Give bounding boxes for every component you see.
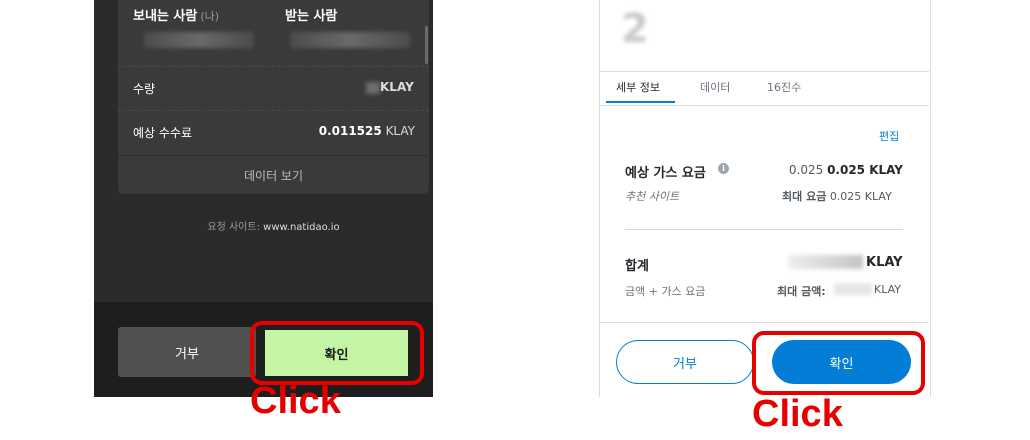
sender-label: 보내는 사람 <box>133 9 198 24</box>
gas-fee-primary: 0.025 KLAY <box>827 163 903 177</box>
fee-amount: 0.011525 <box>318 124 382 138</box>
tab-hex[interactable]: 16진수 <box>767 79 801 95</box>
sender-address-blurred <box>144 32 254 48</box>
reject-button[interactable]: 거부 <box>118 327 256 377</box>
tab-data[interactable]: 데이터 <box>700 79 730 95</box>
row-divider <box>118 110 429 111</box>
max-fee-label: 최대 요금 <box>782 190 827 203</box>
gas-fee-secondary: 0.025 <box>788 163 824 177</box>
confirm-highlight-box <box>250 321 424 385</box>
amount-display-blurred: 2 <box>621 6 649 52</box>
receiver-address-blurred <box>290 32 410 48</box>
fee-value: 0.011525 KLAY <box>300 124 415 138</box>
request-site: 요청 사이트: www.natidao.io <box>118 218 429 233</box>
recommend-site-label: 추천 사이트 <box>625 190 680 203</box>
max-amount-blurred <box>834 283 872 295</box>
active-tab-indicator <box>606 101 675 103</box>
address-scrollbar[interactable] <box>425 26 428 64</box>
request-site-url: www.natidao.io <box>263 222 340 233</box>
footer-divider <box>599 322 929 323</box>
total-value-blurred <box>788 255 863 269</box>
gas-fee-value: 0.025 0.025 KLAY <box>760 163 903 177</box>
amount-value-blurred <box>366 82 380 94</box>
amount-unit: KLAY <box>380 80 414 94</box>
max-fee-value: 0.025 KLAY <box>829 190 892 203</box>
sender-me-label: (나) <box>200 10 220 23</box>
section-divider <box>625 229 903 230</box>
reject-button[interactable]: 거부 <box>616 340 754 384</box>
edit-link[interactable]: 편집 <box>879 128 899 144</box>
total-unit: KLAY <box>866 255 903 270</box>
total-sub-label: 금액 + 가스 요금 <box>625 285 706 298</box>
total-label: 합계 <box>625 259 649 274</box>
sender-header: 보내는 사람 (나) <box>133 5 219 24</box>
receiver-label: 받는 사람 <box>285 9 338 24</box>
amount-label: 수량 <box>133 82 156 96</box>
confirm-highlight-box <box>752 331 925 395</box>
click-annotation: Click <box>752 393 843 435</box>
row-divider <box>118 66 429 67</box>
request-site-label: 요청 사이트: <box>207 222 260 233</box>
click-annotation: Click <box>250 380 341 422</box>
max-amount-label: 최대 금액: <box>777 285 826 298</box>
max-fee: 최대 요금 0.025 KLAY <box>782 188 892 204</box>
fee-unit: KLAY <box>385 124 415 138</box>
max-amount-unit: KLAY <box>874 283 901 296</box>
gas-fee-label: 예상 가스 요금 <box>625 166 706 181</box>
info-icon[interactable]: i <box>718 163 729 174</box>
view-data-button[interactable]: 데이터 보기 <box>118 155 429 195</box>
fee-label: 예상 수수료 <box>133 126 193 140</box>
tab-details[interactable]: 세부 정보 <box>616 79 660 95</box>
